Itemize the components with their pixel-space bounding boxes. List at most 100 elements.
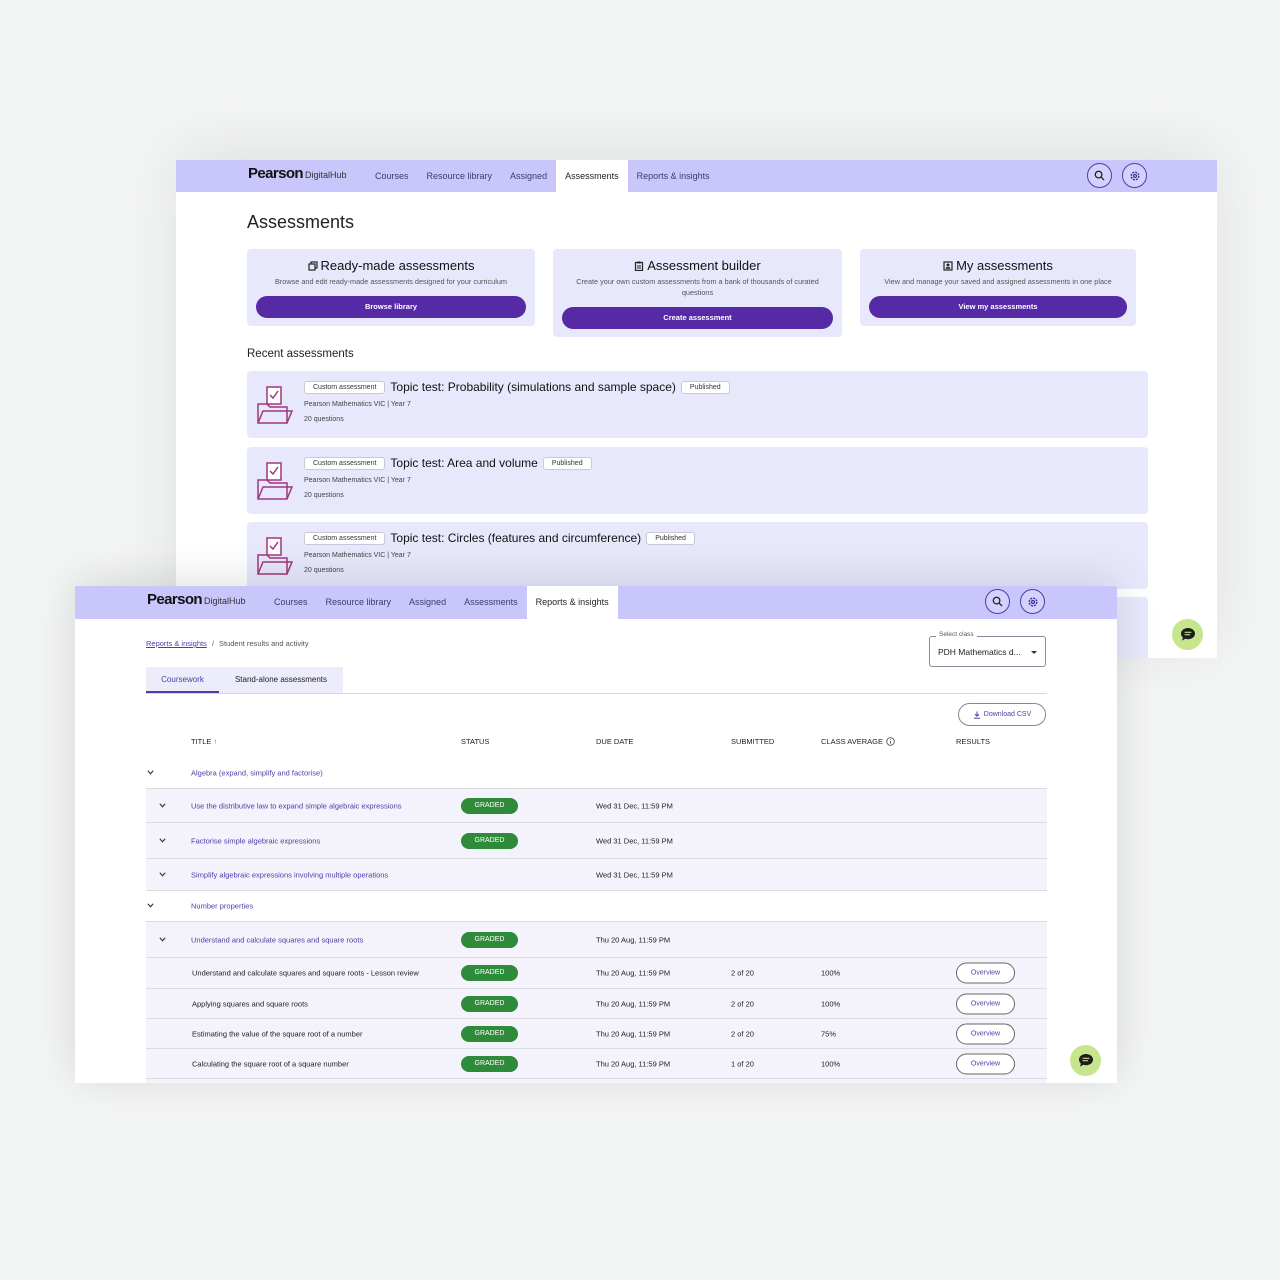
chat-bubble-icon <box>1180 628 1195 641</box>
nav-assessments[interactable]: Assessments <box>455 586 527 619</box>
nav-courses[interactable]: Courses <box>265 586 317 619</box>
pearson-logo[interactable]: Pearson DigitalHub <box>248 165 347 182</box>
assessment-title[interactable]: Topic test: Circles (features and circum… <box>390 531 641 545</box>
chat-button[interactable] <box>1172 619 1203 650</box>
column-header-title[interactable]: TITLE ↑ <box>191 737 217 746</box>
row-title[interactable]: Understand and calculate squares and squ… <box>191 935 363 944</box>
due-date: Wed 31 Dec, 11:59 PM <box>596 801 673 810</box>
top-nav-bar: Pearson DigitalHub Courses Resource libr… <box>176 160 1217 192</box>
sort-arrow-icon: ↑ <box>213 737 218 746</box>
gear-icon <box>1130 171 1139 180</box>
tab-stand-alone-assessments[interactable]: Stand-alone assessments <box>219 667 343 693</box>
chevron-down-icon[interactable] <box>159 802 166 808</box>
nav-reports-insights[interactable]: Reports & insights <box>526 586 618 619</box>
chat-button[interactable] <box>1070 1045 1101 1076</box>
status-badge: GRADED <box>461 965 518 981</box>
table-row[interactable]: Calculating the square root of a square … <box>146 1049 1047 1079</box>
nav-assigned[interactable]: Assigned <box>501 160 556 192</box>
settings-button[interactable] <box>1122 163 1147 188</box>
table-row[interactable]: Understand and calculate squares and squ… <box>146 922 1047 958</box>
table-row[interactable]: Use the distributive law to expand simpl… <box>146 789 1047 823</box>
class-average: 100% <box>821 968 841 978</box>
chevron-down-icon[interactable] <box>147 770 154 775</box>
caret-down-icon <box>1031 651 1037 654</box>
card-description: View and manage your saved and assigned … <box>884 277 1112 286</box>
row-title: Estimating the value of the square root … <box>192 1029 363 1038</box>
card-description: Create your own custom assessments from … <box>576 277 819 297</box>
overview-button[interactable]: Overview <box>956 993 1015 1014</box>
pearson-logo[interactable]: Pearson DigitalHub <box>147 591 246 608</box>
search-button[interactable] <box>985 589 1010 614</box>
status-badge: GRADED <box>461 1055 518 1072</box>
table-row[interactable]: Number properties <box>146 891 1047 922</box>
status-badge: Published <box>542 456 592 470</box>
due-date: Wed 31 Dec, 11:59 PM <box>596 836 673 845</box>
search-icon <box>992 596 1003 607</box>
recent-assessments-heading: Recent assessments <box>247 348 354 360</box>
overview-button[interactable]: Overview <box>956 962 1015 984</box>
table-row[interactable]: Algebra (expand, simplify and factorise) <box>146 758 1047 789</box>
column-header-status: STATUS <box>461 737 490 746</box>
nav-resource-library[interactable]: Resource library <box>317 586 401 619</box>
download-csv-button[interactable]: Download CSV <box>958 703 1046 726</box>
assessment-type-tag: Custom assessment <box>304 456 386 470</box>
nav-assessments[interactable]: Assessments <box>556 160 628 192</box>
search-button[interactable] <box>1087 163 1112 188</box>
recent-assessment-card[interactable]: Custom assessment Topic test: Probabilit… <box>247 371 1148 438</box>
select-class-label: Select class <box>936 631 977 638</box>
row-title[interactable]: Simplify algebraic expressions involving… <box>191 870 388 879</box>
nav-assigned[interactable]: Assigned <box>400 586 455 619</box>
row-title[interactable]: Number properties <box>191 902 253 911</box>
table-row[interactable]: Factorise simple algebraic expressions G… <box>146 823 1047 859</box>
breadcrumb: Reports & insights / Student results and… <box>146 639 309 648</box>
top-nav-bar: Pearson DigitalHub Courses Resource libr… <box>75 586 1117 619</box>
download-csv-label: Download CSV <box>983 711 1032 718</box>
class-average: 75% <box>821 1029 837 1038</box>
view-my-assessments-button[interactable]: View my assessments <box>869 296 1127 318</box>
overview-button[interactable]: Overview <box>956 1053 1015 1074</box>
table-row[interactable]: Applying squares and square roots GRADED… <box>146 989 1047 1019</box>
chevron-down-icon[interactable] <box>159 871 166 877</box>
table-row <box>146 1079 1047 1083</box>
brand-name: Pearson <box>248 165 304 182</box>
user-badge-icon <box>943 260 953 271</box>
brand-sub: DigitalHub <box>305 170 347 180</box>
tab-coursework[interactable]: Coursework <box>146 667 219 693</box>
settings-button[interactable] <box>1020 589 1045 614</box>
question-count: 20 questions <box>304 416 344 423</box>
class-average: 100% <box>821 1059 841 1068</box>
tab-bar: Coursework Stand-alone assessments <box>146 667 1047 694</box>
course-label: Pearson Mathematics VIC | Year 7 <box>304 552 411 559</box>
table-row[interactable]: Simplify algebraic expressions involving… <box>146 859 1047 891</box>
page-title: Assessments <box>247 212 355 232</box>
table-row[interactable]: Estimating the value of the square root … <box>146 1019 1047 1049</box>
assessment-title[interactable]: Topic test: Area and volume <box>390 456 537 470</box>
browse-library-button[interactable]: Browse library <box>256 296 526 318</box>
breadcrumb-reports-link[interactable]: Reports & insights <box>146 639 207 648</box>
select-class-value: PDH Mathematics d... <box>938 647 1021 657</box>
row-title[interactable]: Factorise simple algebraic expressions <box>191 836 320 845</box>
chevron-down-icon[interactable] <box>159 837 166 843</box>
create-assessment-button[interactable]: Create assessment <box>562 307 833 329</box>
class-select[interactable]: Select class PDH Mathematics d... <box>929 631 1046 667</box>
course-label: Pearson Mathematics VIC | Year 7 <box>304 477 411 484</box>
recent-assessment-card[interactable]: Custom assessment Topic test: Area and v… <box>247 447 1148 514</box>
row-title[interactable]: Algebra (expand, simplify and factorise) <box>191 769 323 778</box>
row-title: Understand and calculate squares and squ… <box>192 968 419 978</box>
table-row[interactable]: Understand and calculate squares and squ… <box>146 958 1047 989</box>
nav-reports-insights[interactable]: Reports & insights <box>628 160 719 192</box>
submitted-count: 2 of 20 <box>731 999 754 1008</box>
nav-resource-library[interactable]: Resource library <box>418 160 502 192</box>
recent-assessment-card[interactable]: Custom assessment Topic test: Circles (f… <box>247 522 1148 589</box>
breadcrumb-separator: / <box>211 639 214 648</box>
chevron-down-icon[interactable] <box>159 936 166 942</box>
assessment-title[interactable]: Topic test: Probability (simulations and… <box>390 380 675 394</box>
overview-button[interactable]: Overview <box>956 1023 1015 1044</box>
row-title[interactable]: Use the distributive law to expand simpl… <box>191 801 402 810</box>
nav-courses[interactable]: Courses <box>366 160 418 192</box>
row-title: Applying squares and square roots <box>192 999 308 1008</box>
chevron-down-icon[interactable] <box>147 903 154 908</box>
info-icon[interactable] <box>886 737 895 746</box>
question-count: 20 questions <box>304 567 344 574</box>
status-badge: GRADED <box>461 995 518 1012</box>
